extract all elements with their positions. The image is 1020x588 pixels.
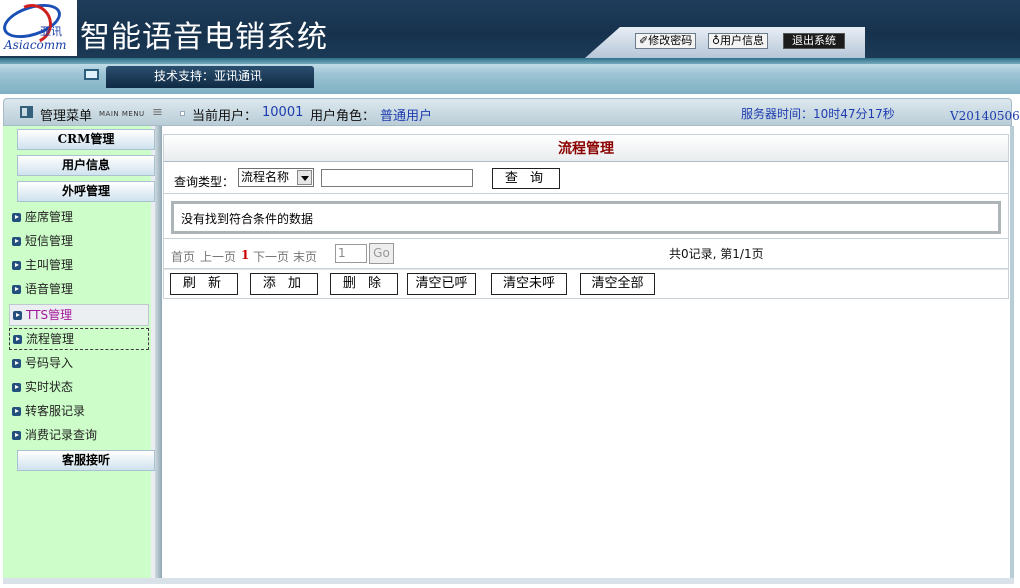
top-actions: ✐修改密码 ♁用户信息 退出系统: [585, 27, 865, 58]
company-logo: 亚讯 Asiacomm: [0, 0, 77, 56]
sidebar-item-voice-mgmt[interactable]: 语音管理: [9, 279, 149, 299]
app-header: 亚讯 Asiacomm 智能语音电销系统 ✐修改密码 ♁用户信息 退出系统: [0, 0, 1020, 58]
monitor-icon: [84, 69, 99, 80]
first-page-link[interactable]: 首页: [171, 248, 195, 265]
logo-text-cn: 亚讯: [40, 25, 62, 38]
sidebar-item-label: 实时状态: [25, 380, 74, 394]
arrow-right-icon: [12, 237, 21, 246]
sidebar-item-label: 转客服记录: [25, 404, 86, 418]
status-bar: 管理菜单 MAIN MENU ≡ 当前用户： 10001 用户角色： 普通用户 …: [3, 98, 1020, 126]
query-type-label: 查询类型：: [174, 175, 235, 189]
arrow-right-icon: [13, 335, 22, 344]
collapse-menu-icon[interactable]: ≡: [152, 105, 163, 120]
arrow-right-icon: [12, 261, 21, 270]
content-panel: 流程管理 查询类型： 流程名称 查 询 没有找到符合条件的数据 首页 上一页 1…: [163, 130, 1009, 300]
go-button[interactable]: Go: [369, 243, 394, 264]
current-user-value: 10001: [262, 105, 304, 120]
sidebar-item-agent-mgmt[interactable]: 座席管理: [9, 207, 149, 227]
change-password-button[interactable]: ✐修改密码: [635, 33, 697, 49]
menu-title: 管理菜单: [40, 109, 93, 124]
current-page-number: 1: [241, 248, 250, 262]
version-label: V20140506: [950, 109, 1020, 123]
arrow-right-icon: [12, 407, 21, 416]
empty-state: 没有找到符合条件的数据: [171, 201, 1001, 234]
clear-called-button[interactable]: 清空已呼: [407, 273, 476, 295]
logout-button[interactable]: 退出系统: [783, 33, 845, 49]
arrow-right-icon: [12, 431, 21, 440]
frame-right-border: [1010, 126, 1014, 582]
sidebar-item-label: 短信管理: [25, 234, 74, 248]
bullet-icon: [180, 111, 185, 116]
arrow-right-icon: [12, 213, 21, 222]
sidebar: CRM管理 用户信息 外呼管理 座席管理 短信管理 主叫管理 语音管理 TTS管…: [3, 126, 155, 582]
query-button[interactable]: 查 询: [492, 168, 560, 189]
chevron-down-icon: [297, 170, 312, 185]
sidebar-group-agent-listen[interactable]: 客服接听: [17, 450, 155, 471]
last-page-link[interactable]: 末页: [293, 248, 317, 265]
sidebar-item-label: 号码导入: [25, 356, 74, 370]
sub-bar-divider: [0, 58, 1020, 64]
sidebar-item-label: 流程管理: [26, 332, 75, 346]
sidebar-item-label: 主叫管理: [25, 258, 74, 272]
clear-uncalled-button[interactable]: 清空未呼: [491, 273, 567, 295]
menu-title-en: MAIN MENU: [99, 110, 145, 118]
sidebar-item-sms-mgmt[interactable]: 短信管理: [9, 231, 149, 251]
sidebar-splitter: [155, 126, 162, 582]
sidebar-group-user-info[interactable]: 用户信息: [17, 155, 155, 176]
sidebar-item-transfer-records[interactable]: 转客服记录: [9, 401, 149, 421]
refresh-button[interactable]: 刷 新: [170, 273, 238, 295]
arrow-right-icon: [12, 383, 21, 392]
empty-state-message: 没有找到符合条件的数据: [181, 212, 314, 226]
user-role-value: 普通用户: [380, 109, 433, 124]
delete-button[interactable]: 删 除: [330, 273, 398, 295]
app-title: 智能语音电销系统: [80, 20, 328, 55]
record-summary: 共0记录, 第1/1页: [669, 247, 764, 261]
sidebar-item-realtime-status[interactable]: 实时状态: [9, 377, 149, 397]
sidebar-item-tts-mgmt[interactable]: TTS管理: [9, 304, 149, 326]
sidebar-item-billing-query[interactable]: 消费记录查询: [9, 425, 149, 445]
sidebar-group-crm[interactable]: CRM管理: [17, 129, 155, 150]
prev-page-link[interactable]: 上一页: [200, 248, 236, 265]
sidebar-item-label: 语音管理: [25, 282, 74, 296]
sidebar-item-flow-mgmt[interactable]: 流程管理: [9, 328, 149, 350]
query-input[interactable]: [321, 169, 473, 187]
clear-all-button[interactable]: 清空全部: [580, 273, 655, 295]
menu-icon: [20, 106, 33, 118]
action-bar: 刷 新 添 加 删 除 清空已呼 清空未呼 清空全部: [163, 269, 1009, 299]
current-user-label: 当前用户：: [192, 109, 258, 124]
sidebar-item-label: 座席管理: [25, 210, 74, 224]
sidebar-item-label: 消费记录查询: [25, 428, 98, 442]
next-page-link[interactable]: 下一页: [253, 248, 289, 265]
add-button[interactable]: 添 加: [250, 273, 318, 295]
sidebar-item-label: TTS管理: [26, 308, 73, 322]
query-type-select[interactable]: 流程名称: [238, 168, 314, 187]
frame-bottom-border: [3, 578, 1014, 584]
pagination: 首页 上一页 1 下一页 末页 1 Go 共0记录, 第1/1页: [163, 239, 1009, 269]
arrow-right-icon: [12, 359, 21, 368]
results-area: 没有找到符合条件的数据: [163, 194, 1009, 239]
query-bar: 查询类型： 流程名称 查 询: [163, 162, 1009, 194]
page-title: 流程管理: [163, 134, 1009, 162]
arrow-right-icon: [13, 311, 22, 320]
query-type-value: 流程名称: [241, 170, 290, 184]
sidebar-item-number-import[interactable]: 号码导入: [9, 353, 149, 373]
arrow-right-icon: [12, 285, 21, 294]
page-number-input[interactable]: 1: [335, 244, 367, 263]
user-info-button[interactable]: ♁用户信息: [708, 33, 769, 49]
logo-text-en: Asiacomm: [4, 38, 67, 52]
sidebar-group-outbound[interactable]: 外呼管理: [17, 181, 155, 202]
server-time: 服务器时间：10时47分17秒: [741, 107, 895, 121]
sidebar-item-caller-mgmt[interactable]: 主叫管理: [9, 255, 149, 275]
user-role-label: 用户角色：: [310, 109, 376, 124]
tech-support-tab: 技术支持：亚讯通讯: [106, 66, 314, 88]
